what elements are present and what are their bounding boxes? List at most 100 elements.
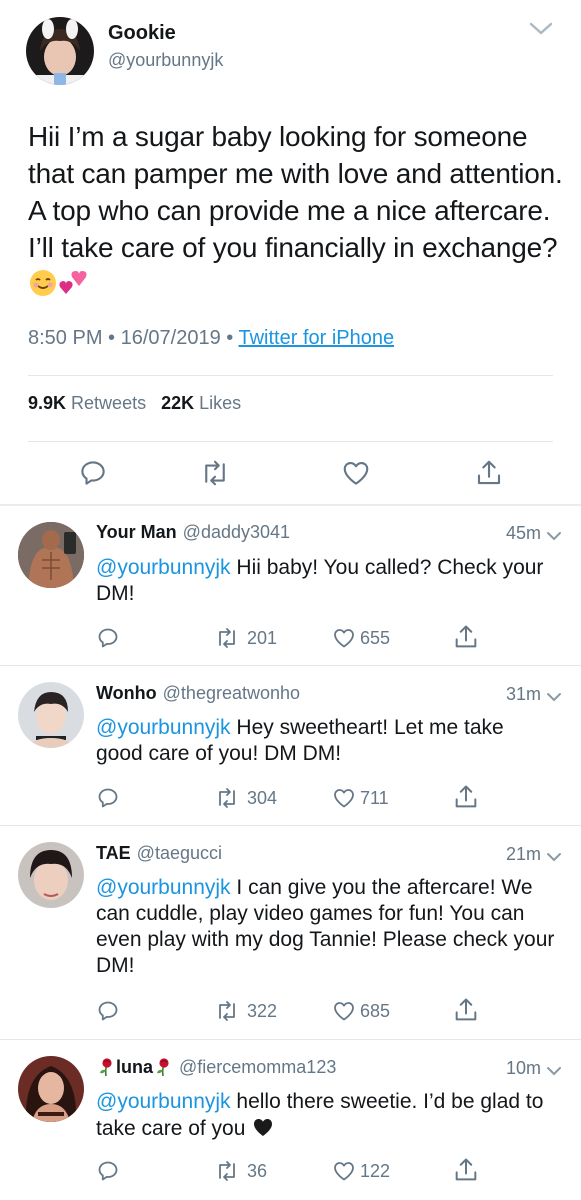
reply-time: 45m <box>505 523 541 543</box>
retweet-icon <box>219 628 235 648</box>
reply-handle[interactable]: @fiercemomma123 <box>179 1057 336 1077</box>
rose-emoji <box>153 1057 173 1082</box>
reply-text: @yourbunnyjk hello there sweetie. I’d be… <box>96 1089 566 1146</box>
reply-handle[interactable]: @daddy3041 <box>183 522 290 542</box>
share-icon[interactable] <box>452 996 480 1024</box>
reply-author: Your Man @daddy3041 <box>96 522 290 543</box>
retweets-stat[interactable]: 9.9K Retweets <box>28 393 146 413</box>
avatar[interactable] <box>18 682 84 748</box>
tweet-body: Hii I’m a sugar baby looking for someone… <box>28 121 563 263</box>
tweet-time: 8:50 PM <box>28 327 103 349</box>
profile-photo <box>18 1056 84 1122</box>
like-icon <box>334 1162 354 1181</box>
divider <box>28 375 553 376</box>
retweet-count: 201 <box>247 627 278 648</box>
likes-count: 22K <box>161 393 195 413</box>
two-hearts-emoji <box>58 268 88 307</box>
divider <box>28 441 553 442</box>
reply-author: TAE @taegucci <box>96 843 222 864</box>
retweets-count: 9.9K <box>28 393 67 413</box>
reply-tweet[interactable]: TAE @taegucci 21m @yourbunnyjk I can give… <box>0 826 581 1040</box>
retweet-button[interactable]: 304 <box>215 786 277 810</box>
like-button[interactable]: 685 <box>332 999 390 1023</box>
reply-display-name[interactable]: Wonho <box>96 683 157 703</box>
mention-link[interactable]: @yourbunnyjk <box>96 556 231 579</box>
like-count: 655 <box>360 627 391 648</box>
retweet-icon[interactable] <box>200 458 230 488</box>
chevron-down-icon[interactable] <box>546 690 562 702</box>
like-button[interactable]: 655 <box>332 626 390 650</box>
like-count: 685 <box>360 1000 391 1021</box>
reply-time: 31m <box>505 684 541 704</box>
smiling-face-emoji <box>28 268 58 307</box>
mention-link[interactable]: @yourbunnyjk <box>96 716 231 739</box>
chevron-down-icon[interactable] <box>546 1064 562 1076</box>
reply-icon[interactable] <box>78 458 108 488</box>
retweet-button[interactable]: 201 <box>215 626 277 650</box>
chevron-down-icon[interactable] <box>546 529 562 541</box>
like-icon <box>334 629 354 648</box>
reply-time: 10m <box>505 1058 541 1078</box>
profile-photo <box>26 17 94 85</box>
rose-emoji <box>96 1057 116 1082</box>
like-icon <box>334 1002 354 1021</box>
reply-icon[interactable] <box>96 786 120 810</box>
like-icon <box>334 789 354 808</box>
reply-text: @yourbunnyjk Hey sweetheart! Let me take… <box>96 715 551 767</box>
reply-tweet[interactable]: luna @fiercemomma123 10m @yourbunnyjk hel… <box>0 1040 581 1200</box>
reply-icon[interactable] <box>96 999 120 1023</box>
retweet-count: 322 <box>247 1000 278 1021</box>
retweet-icon <box>219 788 235 808</box>
like-button[interactable]: 122 <box>332 1159 390 1183</box>
tweet-date: 16/07/2019 <box>120 327 221 349</box>
retweet-count: 36 <box>247 1160 268 1181</box>
author-handle[interactable]: @yourbunnyjk <box>108 50 223 71</box>
retweet-button[interactable]: 322 <box>215 999 277 1023</box>
reply-icon[interactable] <box>96 626 120 650</box>
retweets-label: Retweets <box>71 393 147 413</box>
chevron-down-icon[interactable] <box>546 850 562 862</box>
avatar[interactable] <box>18 522 84 588</box>
reply-tweet[interactable]: Wonho @thegreatwonho 31m @yourbunnyjk Hey… <box>0 666 581 826</box>
reply-author: luna @fiercemomma123 <box>96 1057 336 1082</box>
author-name[interactable]: Gookie <box>108 22 176 45</box>
share-icon[interactable] <box>474 458 504 488</box>
share-icon[interactable] <box>452 1156 480 1184</box>
reply-handle[interactable]: @thegreatwonho <box>163 683 300 703</box>
share-icon[interactable] <box>452 623 480 651</box>
profile-photo <box>18 682 84 748</box>
retweet-count: 304 <box>247 787 278 808</box>
profile-photo <box>18 842 84 908</box>
mention-link[interactable]: @yourbunnyjk <box>96 876 231 899</box>
like-count: 122 <box>360 1160 391 1181</box>
like-button[interactable]: 711 <box>332 786 389 810</box>
mention-link[interactable]: @yourbunnyjk <box>96 1090 231 1113</box>
tweet-meta: 8:50 PM • 16/07/2019 • Twitter for iPhon… <box>28 327 395 349</box>
avatar[interactable] <box>18 842 84 908</box>
reply-text: @yourbunnyjk Hii baby! You called? Check… <box>96 555 566 607</box>
tweet-source-link[interactable]: Twitter for iPhone <box>238 327 394 349</box>
share-icon[interactable] <box>452 783 480 811</box>
reply-tweet[interactable]: Your Man @daddy3041 45m @yourbunnyjk Hii … <box>0 505 581 665</box>
avatar[interactable] <box>26 17 94 85</box>
like-icon[interactable] <box>341 458 371 488</box>
likes-stat[interactable]: 22K Likes <box>161 393 241 413</box>
retweet-icon <box>219 1001 235 1021</box>
retweet-button[interactable]: 36 <box>215 1159 267 1183</box>
like-count: 711 <box>360 787 389 808</box>
reply-display-name[interactable]: TAE <box>96 843 131 863</box>
chevron-down-icon[interactable] <box>528 20 554 38</box>
reply-display-name[interactable]: Your Man <box>96 522 177 542</box>
main-tweet: Gookie @yourbunnyjk Hii I’m a sugar baby… <box>0 0 581 505</box>
reply-icon[interactable] <box>96 1159 120 1183</box>
reply-text: @yourbunnyjk I can give you the aftercar… <box>96 875 566 979</box>
avatar[interactable] <box>18 1056 84 1122</box>
tweet-text: Hii I’m a sugar baby looking for someone… <box>28 118 568 307</box>
reply-display-name[interactable]: luna <box>116 1057 153 1077</box>
retweet-icon <box>219 1161 235 1181</box>
reply-author: Wonho @thegreatwonho <box>96 683 300 704</box>
tweet-stats: 9.9K Retweets 22K Likes <box>28 393 241 414</box>
black-heart-emoji <box>251 1115 275 1146</box>
likes-label: Likes <box>199 393 242 413</box>
reply-handle[interactable]: @taegucci <box>137 843 222 863</box>
